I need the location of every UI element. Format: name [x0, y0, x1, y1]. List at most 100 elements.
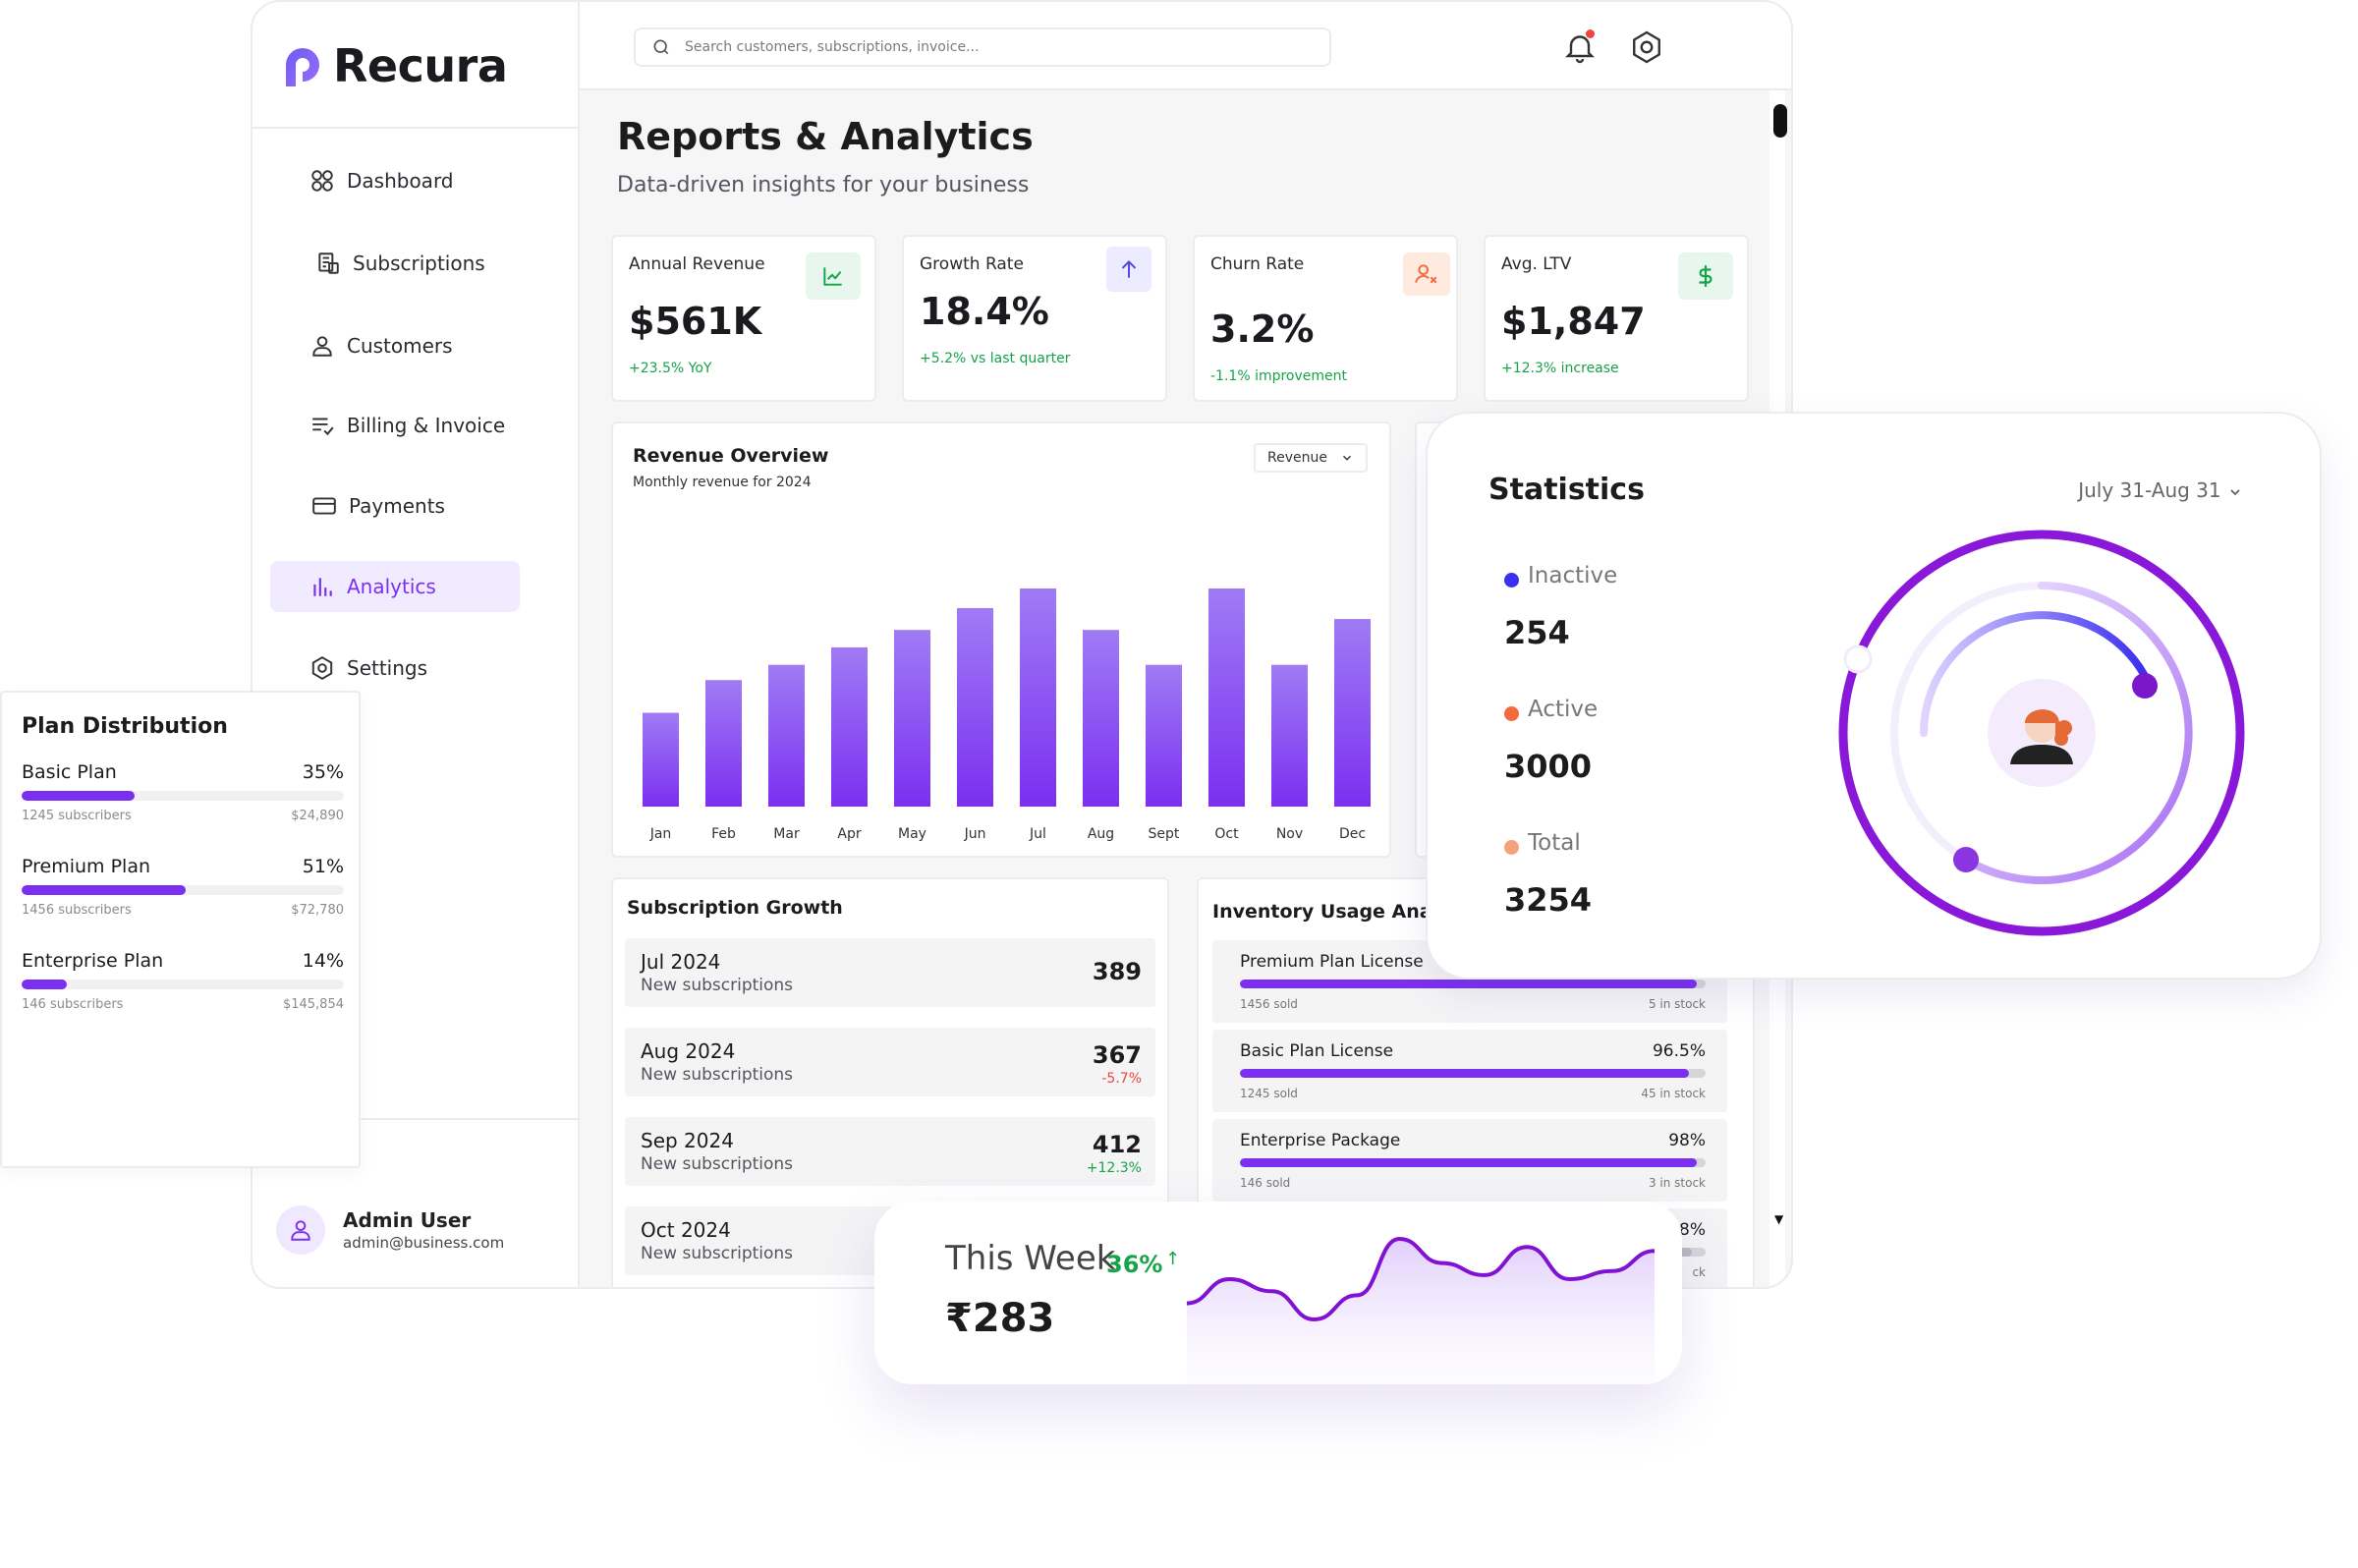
x-tick-label: Mar	[773, 826, 800, 842]
brand-logo[interactable]: Recura	[280, 39, 508, 92]
bar-nov[interactable]	[1271, 664, 1308, 807]
sidebar-item-label: Payments	[349, 494, 445, 518]
date-range-select[interactable]: July 31-Aug 31	[2078, 478, 2243, 502]
list-item[interactable]: Sep 2024 New subscriptions 412 +12.3%	[625, 1117, 1155, 1186]
kpi-change: +12.3% increase	[1501, 361, 1619, 376]
sidebar-item-payments[interactable]: Payments	[270, 480, 520, 532]
inventory-bar	[1678, 1248, 1706, 1257]
bar-sept[interactable]	[1146, 664, 1182, 807]
list-item[interactable]: Enterprise Package 98% 146 sold 3 in sto…	[1212, 1119, 1727, 1202]
sidebar-item-analytics[interactable]: Analytics	[270, 561, 520, 612]
bar-may[interactable]	[894, 630, 930, 807]
x-tick-label: Jun	[964, 826, 986, 842]
payments-icon	[312, 497, 336, 515]
search-input[interactable]: Search customers, subscriptions, invoice…	[634, 28, 1331, 67]
plan-bar-fill	[22, 885, 187, 895]
plan-bar-fill	[22, 791, 135, 801]
select-value: Revenue	[1267, 450, 1327, 466]
chart-subtitle: Monthly revenue for 2024	[633, 475, 812, 490]
inventory-sold: 1245 sold	[1240, 1087, 1298, 1100]
chevron-down-icon	[1343, 455, 1351, 461]
list-item[interactable]: Aug 2024 New subscriptions 367 -5.7%	[625, 1028, 1155, 1096]
plan-item[interactable]: Basic Plan 35% 1245 subscribers $24,890	[22, 761, 344, 840]
chart-metric-select[interactable]: Revenue	[1254, 443, 1368, 473]
sidebar-item-subscriptions[interactable]: Subscriptions	[270, 238, 520, 289]
bar-jun[interactable]	[957, 607, 993, 807]
growth-month: Aug 2024	[641, 1039, 736, 1063]
sidebar-item-billing[interactable]: Billing & Invoice	[270, 400, 520, 451]
week-pct: 36%	[1106, 1251, 1163, 1278]
date-range-value: July 31-Aug 31	[2078, 478, 2221, 502]
inventory-stock: 45 in stock	[1641, 1087, 1706, 1100]
growth-desc: New subscriptions	[641, 1154, 794, 1174]
user-profile[interactable]: Admin User admin@business.com	[276, 1205, 504, 1255]
plan-revenue: $145,854	[282, 997, 344, 1012]
customers-icon	[312, 336, 332, 357]
list-item[interactable]: Basic Plan License 96.5% 1245 sold 45 in…	[1212, 1030, 1727, 1112]
inventory-stock: 3 in stock	[1648, 1176, 1706, 1190]
plan-item[interactable]: Premium Plan 51% 1456 subscribers $72,78…	[22, 856, 344, 934]
sidebar-item-customers[interactable]: Customers	[270, 320, 520, 371]
inventory-sold: 1456 sold	[1240, 997, 1298, 1011]
kpi-label: Churn Rate	[1210, 254, 1305, 274]
user-x-icon	[1415, 264, 1437, 284]
card-title: Plan Distribution	[22, 714, 228, 739]
gear-icon[interactable]	[1629, 29, 1664, 65]
bar-feb[interactable]	[705, 680, 742, 807]
sidebar-divider	[253, 127, 578, 129]
scrollbar-thumb[interactable]	[1773, 104, 1787, 138]
plan-bar-fill	[22, 980, 67, 989]
recura-logo-icon	[286, 48, 319, 86]
plan-revenue: $24,890	[291, 809, 344, 823]
plan-pct: 35%	[302, 761, 344, 783]
bar-dec[interactable]	[1334, 619, 1371, 807]
settings-icon	[311, 656, 333, 680]
inventory-bar	[1240, 1069, 1706, 1078]
growth-delta: +12.3%	[1086, 1160, 1142, 1176]
kpi-icon-box	[1106, 247, 1151, 292]
stat-value: 3000	[1504, 748, 1593, 785]
sidebar-item-settings[interactable]: Settings	[270, 643, 520, 694]
sidebar-item-label: Subscriptions	[353, 252, 485, 275]
bar-aug[interactable]	[1083, 630, 1119, 807]
kpi-change: -1.1% improvement	[1210, 368, 1348, 384]
user-email: admin@business.com	[343, 1234, 505, 1252]
kpi-annual-revenue: Annual Revenue $561K +23.5% YoY	[611, 235, 876, 402]
growth-month: Sep 2024	[641, 1129, 734, 1152]
x-tick-label: Oct	[1214, 826, 1239, 842]
sidebar-item-label: Analytics	[347, 575, 436, 598]
stage: Recura Dashboard Subscriptions Customers…	[0, 0, 2358, 1568]
growth-delta: -5.7%	[1101, 1071, 1142, 1087]
kpi-churn-rate: Churn Rate 3.2% -1.1% improvement	[1193, 235, 1458, 402]
bar-mar[interactable]	[768, 664, 805, 807]
sidebar-item-label: Customers	[347, 334, 453, 358]
trend-up-icon	[823, 267, 842, 286]
growth-month: Jul 2024	[641, 950, 721, 974]
bar-jul[interactable]	[1020, 588, 1056, 807]
subscriptions-icon	[318, 252, 339, 274]
list-item[interactable]: Jul 2024 New subscriptions 389	[625, 938, 1155, 1007]
x-tick-label: Dec	[1339, 826, 1366, 842]
plan-pct: 14%	[302, 950, 344, 972]
statistics-card: Statistics July 31-Aug 31 Inactive 254 A…	[1426, 412, 2322, 980]
bar-oct[interactable]	[1208, 588, 1245, 807]
inventory-sold: 146 sold	[1240, 1176, 1291, 1190]
x-tick-label: May	[898, 826, 926, 842]
arrow-up-icon: ↑	[1165, 1249, 1181, 1269]
scroll-down-icon[interactable]: ▼	[1774, 1212, 1783, 1226]
growth-desc: New subscriptions	[641, 976, 794, 995]
search-icon	[653, 39, 669, 55]
kpi-growth-rate: Growth Rate 18.4% +5.2% vs last quarter	[902, 235, 1167, 402]
dollar-icon	[1699, 265, 1712, 287]
inventory-stock: 5 in stock	[1648, 997, 1706, 1011]
middle-ring-handle	[1953, 847, 1979, 872]
kpi-icon-box	[1403, 252, 1450, 296]
bar-jan[interactable]	[643, 712, 679, 807]
plan-distribution-card: Plan Distribution Basic Plan 35% 1245 su…	[0, 691, 361, 1168]
inventory-pct: 98%	[1668, 1131, 1706, 1150]
plan-item[interactable]: Enterprise Plan 14% 146 subscribers $145…	[22, 950, 344, 1029]
bar-apr[interactable]	[831, 646, 868, 807]
sidebar-item-dashboard[interactable]: Dashboard	[270, 155, 520, 206]
week-sparkline	[1187, 1236, 1655, 1384]
card-title: Subscription Growth	[627, 897, 843, 919]
